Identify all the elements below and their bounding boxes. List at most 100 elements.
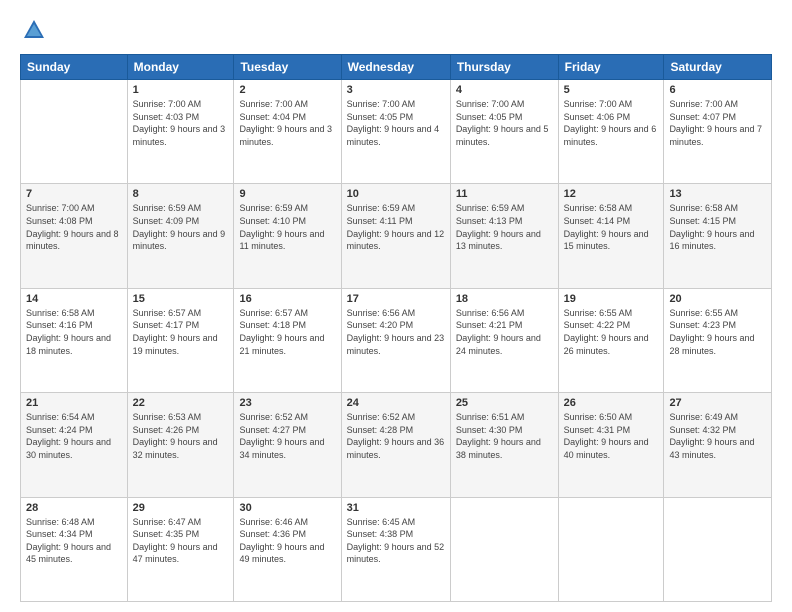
- weekday-header-saturday: Saturday: [664, 55, 772, 80]
- day-number: 14: [26, 293, 122, 305]
- weekday-header-wednesday: Wednesday: [341, 55, 450, 80]
- day-number: 9: [239, 188, 335, 200]
- calendar-cell: [664, 497, 772, 601]
- cell-content: Sunrise: 7:00 AMSunset: 4:05 PMDaylight:…: [456, 98, 553, 148]
- day-number: 27: [669, 397, 766, 409]
- calendar-cell: 2 Sunrise: 7:00 AMSunset: 4:04 PMDaylight…: [234, 80, 341, 184]
- calendar-cell: [21, 80, 128, 184]
- calendar-cell: 15 Sunrise: 6:57 AMSunset: 4:17 PMDayligh…: [127, 288, 234, 392]
- weekday-header-sunday: Sunday: [21, 55, 128, 80]
- day-number: 29: [133, 502, 229, 514]
- cell-content: Sunrise: 6:50 AMSunset: 4:31 PMDaylight:…: [564, 411, 659, 461]
- logo-icon: [20, 16, 48, 44]
- cell-content: Sunrise: 6:52 AMSunset: 4:28 PMDaylight:…: [347, 411, 445, 461]
- day-number: 17: [347, 293, 445, 305]
- calendar-cell: 21Sunrise: 6:54 AMSunset: 4:24 PMDayligh…: [21, 393, 128, 497]
- day-number: 16: [239, 293, 335, 305]
- calendar-cell: 17Sunrise: 6:56 AMSunset: 4:20 PMDayligh…: [341, 288, 450, 392]
- day-number: 31: [347, 502, 445, 514]
- calendar-cell: 30 Sunrise: 6:46 AMSunset: 4:36 PMDayligh…: [234, 497, 341, 601]
- cell-content: Sunrise: 6:55 AMSunset: 4:22 PMDaylight:…: [564, 307, 659, 357]
- calendar-cell: 29 Sunrise: 6:47 AMSunset: 4:35 PMDayligh…: [127, 497, 234, 601]
- cell-content: Sunrise: 7:00 AMSunset: 4:08 PMDaylight:…: [26, 202, 122, 252]
- cell-content: Sunrise: 6:53 AMSunset: 4:26 PMDaylight:…: [133, 411, 229, 461]
- calendar-cell: 12Sunrise: 6:58 AMSunset: 4:14 PMDayligh…: [558, 184, 664, 288]
- calendar-cell: [558, 497, 664, 601]
- cell-content: Sunrise: 6:47 AMSunset: 4:35 PMDaylight:…: [133, 516, 229, 566]
- calendar-cell: 28 Sunrise: 6:48 AMSunset: 4:34 PMDayligh…: [21, 497, 128, 601]
- page: SundayMondayTuesdayWednesdayThursdayFrid…: [0, 0, 792, 612]
- calendar-cell: 27 Sunrise: 6:49 AMSunset: 4:32 PMDayligh…: [664, 393, 772, 497]
- cell-content: Sunrise: 7:00 AMSunset: 4:04 PMDaylight:…: [239, 98, 335, 148]
- calendar-cell: 6 Sunrise: 7:00 AMSunset: 4:07 PMDaylight…: [664, 80, 772, 184]
- logo: [20, 16, 54, 44]
- day-number: 4: [456, 84, 553, 96]
- cell-content: Sunrise: 7:00 AMSunset: 4:03 PMDaylight:…: [133, 98, 229, 148]
- cell-content: Sunrise: 6:58 AMSunset: 4:14 PMDaylight:…: [564, 202, 659, 252]
- cell-content: Sunrise: 6:51 AMSunset: 4:30 PMDaylight:…: [456, 411, 553, 461]
- day-number: 21: [26, 397, 122, 409]
- cell-content: Sunrise: 6:46 AMSunset: 4:36 PMDaylight:…: [239, 516, 335, 566]
- cell-content: Sunrise: 7:00 AMSunset: 4:05 PMDaylight:…: [347, 98, 445, 148]
- day-number: 13: [669, 188, 766, 200]
- calendar-cell: 9 Sunrise: 6:59 AMSunset: 4:10 PMDaylight…: [234, 184, 341, 288]
- day-number: 3: [347, 84, 445, 96]
- calendar-cell: 5 Sunrise: 7:00 AMSunset: 4:06 PMDaylight…: [558, 80, 664, 184]
- day-number: 19: [564, 293, 659, 305]
- calendar-cell: 23 Sunrise: 6:52 AMSunset: 4:27 PMDayligh…: [234, 393, 341, 497]
- weekday-header-monday: Monday: [127, 55, 234, 80]
- day-number: 11: [456, 188, 553, 200]
- weekday-header-friday: Friday: [558, 55, 664, 80]
- header: [20, 16, 772, 44]
- day-number: 2: [239, 84, 335, 96]
- day-number: 18: [456, 293, 553, 305]
- cell-content: Sunrise: 6:45 AMSunset: 4:38 PMDaylight:…: [347, 516, 445, 566]
- cell-content: Sunrise: 6:52 AMSunset: 4:27 PMDaylight:…: [239, 411, 335, 461]
- day-number: 24: [347, 397, 445, 409]
- cell-content: Sunrise: 6:49 AMSunset: 4:32 PMDaylight:…: [669, 411, 766, 461]
- cell-content: Sunrise: 6:59 AMSunset: 4:11 PMDaylight:…: [347, 202, 445, 252]
- cell-content: Sunrise: 6:57 AMSunset: 4:17 PMDaylight:…: [133, 307, 229, 357]
- cell-content: Sunrise: 7:00 AMSunset: 4:06 PMDaylight:…: [564, 98, 659, 148]
- calendar-week-row: 1 Sunrise: 7:00 AMSunset: 4:03 PMDaylight…: [21, 80, 772, 184]
- calendar-cell: 13Sunrise: 6:58 AMSunset: 4:15 PMDayligh…: [664, 184, 772, 288]
- weekday-header-thursday: Thursday: [450, 55, 558, 80]
- calendar-week-row: 7 Sunrise: 7:00 AMSunset: 4:08 PMDaylight…: [21, 184, 772, 288]
- cell-content: Sunrise: 6:57 AMSunset: 4:18 PMDaylight:…: [239, 307, 335, 357]
- calendar-cell: 24 Sunrise: 6:52 AMSunset: 4:28 PMDayligh…: [341, 393, 450, 497]
- calendar-cell: 25Sunrise: 6:51 AMSunset: 4:30 PMDayligh…: [450, 393, 558, 497]
- cell-content: Sunrise: 6:58 AMSunset: 4:16 PMDaylight:…: [26, 307, 122, 357]
- calendar-cell: 4 Sunrise: 7:00 AMSunset: 4:05 PMDaylight…: [450, 80, 558, 184]
- cell-content: Sunrise: 6:59 AMSunset: 4:10 PMDaylight:…: [239, 202, 335, 252]
- day-number: 28: [26, 502, 122, 514]
- cell-content: Sunrise: 6:56 AMSunset: 4:21 PMDaylight:…: [456, 307, 553, 357]
- calendar-cell: 7 Sunrise: 7:00 AMSunset: 4:08 PMDaylight…: [21, 184, 128, 288]
- cell-content: Sunrise: 7:00 AMSunset: 4:07 PMDaylight:…: [669, 98, 766, 148]
- day-number: 5: [564, 84, 659, 96]
- calendar-header-row: SundayMondayTuesdayWednesdayThursdayFrid…: [21, 55, 772, 80]
- calendar-cell: 10Sunrise: 6:59 AMSunset: 4:11 PMDayligh…: [341, 184, 450, 288]
- calendar-week-row: 21Sunrise: 6:54 AMSunset: 4:24 PMDayligh…: [21, 393, 772, 497]
- day-number: 1: [133, 84, 229, 96]
- calendar-cell: [450, 497, 558, 601]
- cell-content: Sunrise: 6:48 AMSunset: 4:34 PMDaylight:…: [26, 516, 122, 566]
- calendar-cell: 19 Sunrise: 6:55 AMSunset: 4:22 PMDayligh…: [558, 288, 664, 392]
- calendar-cell: 31 Sunrise: 6:45 AMSunset: 4:38 PMDayligh…: [341, 497, 450, 601]
- calendar-cell: 18 Sunrise: 6:56 AMSunset: 4:21 PMDayligh…: [450, 288, 558, 392]
- calendar-cell: 14 Sunrise: 6:58 AMSunset: 4:16 PMDayligh…: [21, 288, 128, 392]
- calendar-week-row: 28 Sunrise: 6:48 AMSunset: 4:34 PMDayligh…: [21, 497, 772, 601]
- day-number: 20: [669, 293, 766, 305]
- weekday-header-tuesday: Tuesday: [234, 55, 341, 80]
- day-number: 7: [26, 188, 122, 200]
- calendar-cell: 26 Sunrise: 6:50 AMSunset: 4:31 PMDayligh…: [558, 393, 664, 497]
- calendar-cell: 22Sunrise: 6:53 AMSunset: 4:26 PMDayligh…: [127, 393, 234, 497]
- calendar-week-row: 14 Sunrise: 6:58 AMSunset: 4:16 PMDayligh…: [21, 288, 772, 392]
- day-number: 6: [669, 84, 766, 96]
- cell-content: Sunrise: 6:59 AMSunset: 4:13 PMDaylight:…: [456, 202, 553, 252]
- day-number: 23: [239, 397, 335, 409]
- calendar-cell: 8Sunrise: 6:59 AMSunset: 4:09 PMDaylight…: [127, 184, 234, 288]
- day-number: 30: [239, 502, 335, 514]
- day-number: 15: [133, 293, 229, 305]
- day-number: 8: [133, 188, 229, 200]
- day-number: 26: [564, 397, 659, 409]
